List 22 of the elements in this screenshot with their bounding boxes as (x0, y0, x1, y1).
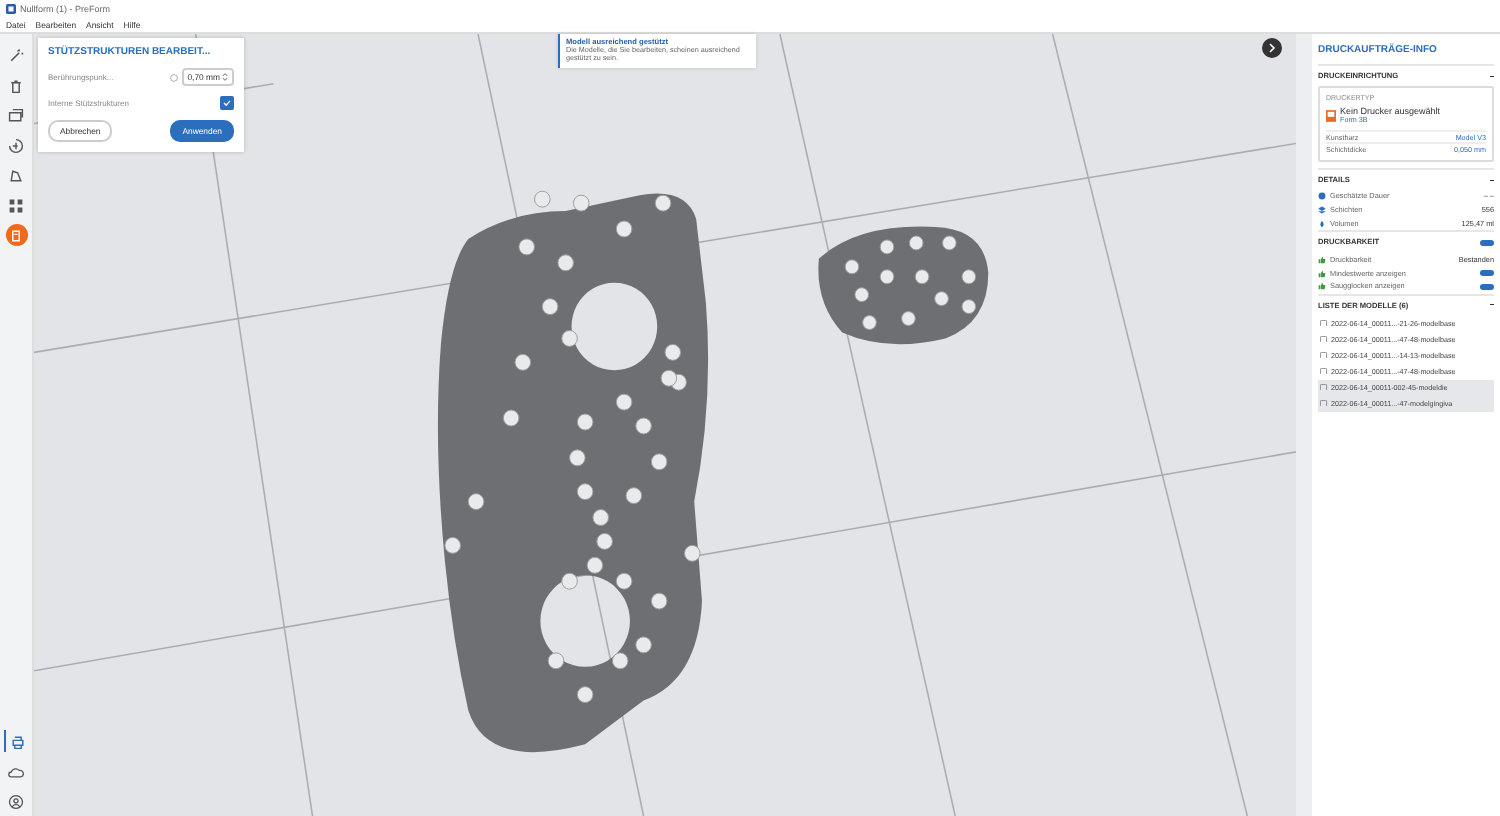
support-tool-icon[interactable] (5, 164, 27, 186)
orient-tool-icon[interactable] (5, 134, 27, 156)
printer-icon (1326, 109, 1336, 121)
stepper-icon[interactable] (222, 72, 228, 82)
thumbs-up-icon (1318, 282, 1326, 291)
wand-tool-icon[interactable] (5, 44, 27, 66)
collapse-panel-button[interactable] (1262, 38, 1282, 58)
toggle-switch[interactable] (1480, 269, 1494, 277)
volume-icon (1318, 219, 1326, 228)
trash-tool-icon[interactable] (5, 74, 27, 96)
user-icon[interactable] (5, 790, 27, 812)
toggle-switch[interactable] (1480, 283, 1494, 291)
layers-icon (1318, 206, 1326, 215)
layout-tool-icon[interactable] (5, 104, 27, 126)
chevron-right-icon (1266, 42, 1278, 54)
toggle-switch[interactable] (1480, 239, 1494, 247)
thumbs-up-icon (1318, 269, 1326, 278)
grid-tool-icon[interactable] (5, 194, 27, 216)
thumbs-up-icon (1318, 255, 1326, 264)
printer-icon[interactable] (4, 730, 28, 752)
edit-tool-icon[interactable] (5, 224, 27, 246)
checkbox[interactable] (220, 96, 234, 110)
